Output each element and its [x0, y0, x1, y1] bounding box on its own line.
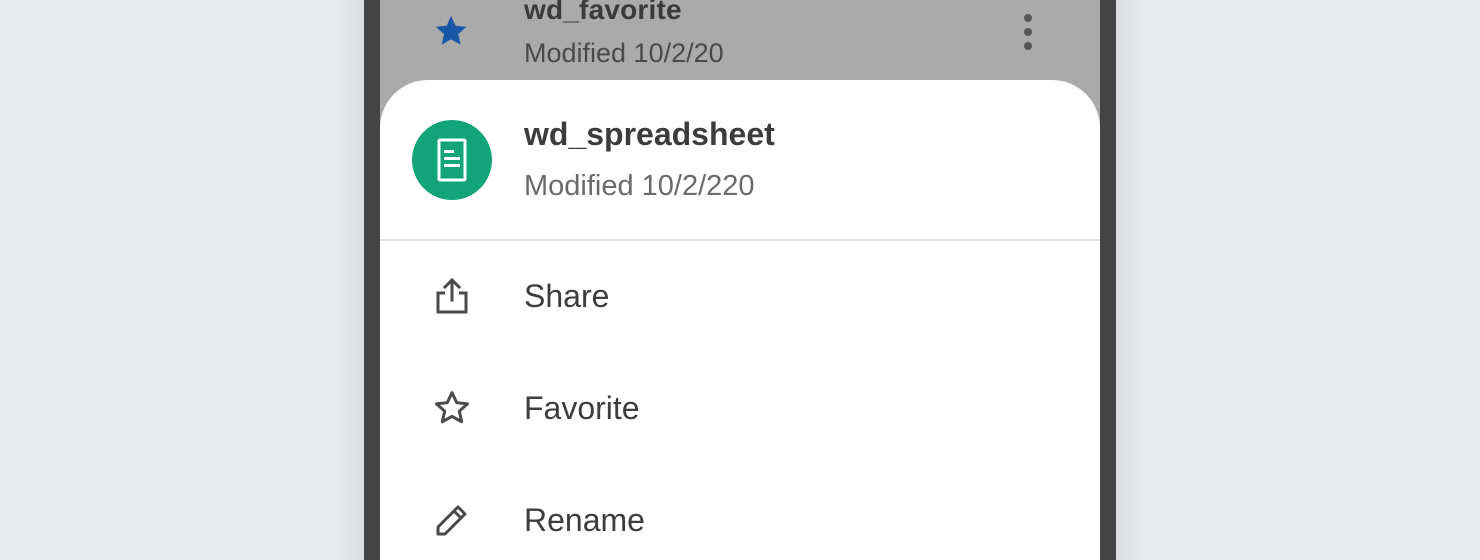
file-row-background: wd_favorite Modified 10/2/20: [380, 0, 1100, 80]
bottom-sheet: wd_spreadsheet Modified 10/2/220 Share F…: [380, 80, 1100, 560]
more-vert-icon: [1024, 14, 1032, 50]
star-outline-icon: [435, 391, 469, 424]
menu-item-share-label: Share: [524, 278, 610, 314]
share-icon: [436, 278, 468, 314]
menu-item-share[interactable]: Share: [380, 240, 1100, 352]
menu-item-favorite[interactable]: Favorite: [380, 352, 1100, 464]
stage: wd_favorite Modified 10/2/20 wd_spreadsh…: [0, 0, 1480, 560]
sheet-header: wd_spreadsheet Modified 10/2/220: [380, 80, 1100, 240]
background-file-meta: Modified 10/2/20: [524, 38, 724, 68]
screen: wd_favorite Modified 10/2/20 wd_spreadsh…: [380, 0, 1100, 560]
pencil-icon: [436, 505, 467, 536]
menu-item-rename[interactable]: Rename: [380, 464, 1100, 560]
background-file-name: wd_favorite: [524, 0, 682, 25]
sheet-file-meta: Modified 10/2/220: [524, 170, 755, 202]
document-icon: [412, 120, 492, 200]
menu-item-favorite-label: Favorite: [524, 390, 640, 426]
star-filled-icon: [435, 15, 467, 45]
menu-item-rename-label: Rename: [524, 502, 645, 538]
sheet-file-name: wd_spreadsheet: [524, 116, 775, 152]
